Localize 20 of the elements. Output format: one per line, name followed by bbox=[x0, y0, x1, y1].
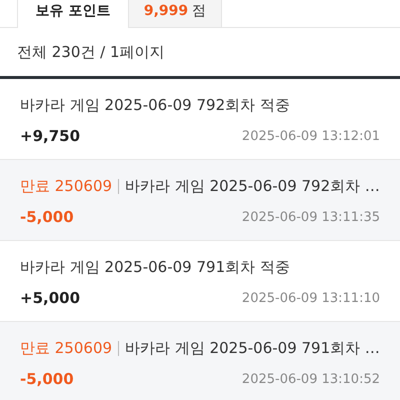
point-amount: -5,000 bbox=[20, 370, 74, 388]
points-label: 보유 포인트 bbox=[17, 0, 129, 28]
point-amount: -5,000 bbox=[20, 208, 74, 226]
entry-title: 바카라 게임 2025-06-09 791회차 적중 bbox=[20, 258, 290, 276]
point-amount: +9,750 bbox=[20, 127, 80, 145]
point-entry[interactable]: 만료 250609 바카라 게임 2025-06-09 792회차 … -5,000 2025-06-09 13:11:35 bbox=[0, 160, 400, 241]
expiry-label: 만료 250609 bbox=[20, 176, 112, 196]
summary-text: 전체 230건 / 1페이지 bbox=[17, 42, 165, 62]
point-amount: +5,000 bbox=[20, 289, 80, 307]
points-value: 9,999 bbox=[144, 2, 188, 18]
entry-title: 바카라 게임 2025-06-09 792회차 … bbox=[125, 176, 380, 196]
entry-time: 2025-06-09 13:11:35 bbox=[242, 210, 380, 224]
expiry-label: 만료 250609 bbox=[20, 338, 112, 358]
entry-time: 2025-06-09 13:11:10 bbox=[242, 290, 380, 306]
point-entry[interactable]: 만료 250609 바카라 게임 2025-06-09 791회차 … -5,000 2025-06-09 13:10:52 bbox=[0, 322, 400, 400]
entry-time: 2025-06-09 13:10:52 bbox=[242, 372, 380, 386]
entry-title: 바카라 게임 2025-06-09 791회차 … bbox=[125, 338, 380, 358]
points-unit: 점 bbox=[192, 2, 206, 20]
entry-time: 2025-06-09 13:12:01 bbox=[242, 128, 380, 144]
entry-title: 바카라 게임 2025-06-09 792회차 적중 bbox=[20, 96, 290, 114]
